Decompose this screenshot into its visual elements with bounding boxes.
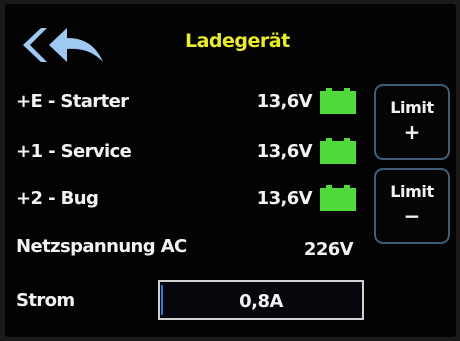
limit-plus-label: Limit (390, 98, 434, 117)
channel-voltage-service: 13,6V (256, 141, 313, 162)
channel-label-service: +1 - Service (16, 141, 132, 162)
mains-voltage-label: Netzspannung AC (16, 236, 187, 257)
channel-label-starter: +E - Starter (16, 91, 129, 112)
battery-icon-bug (320, 185, 356, 211)
back-button[interactable] (19, 24, 105, 66)
channel-voltage-starter: 13,6V (256, 91, 313, 112)
double-back-arrow-icon (23, 28, 103, 62)
limit-plus-button[interactable]: Limit + (374, 84, 450, 160)
plus-icon: + (403, 120, 421, 144)
battery-icon-starter (320, 88, 356, 114)
page-title: Ladegerät (185, 30, 290, 52)
device-bezel: Ladegerät +E - Starter 13,6V +1 - Servic… (0, 0, 460, 341)
current-label: Strom (16, 290, 75, 311)
current-value-field[interactable]: 0,8A (158, 280, 364, 320)
channel-voltage-bug: 13,6V (256, 188, 313, 209)
mains-voltage-value: 226V (303, 239, 354, 260)
battery-icon-service (320, 138, 356, 164)
limit-minus-label: Limit (390, 182, 434, 201)
minus-icon: − (403, 204, 421, 228)
display-screen: Ladegerät +E - Starter 13,6V +1 - Servic… (5, 4, 456, 337)
channel-label-bug: +2 - Bug (16, 188, 99, 209)
current-value: 0,8A (239, 291, 283, 312)
limit-minus-button[interactable]: Limit − (374, 168, 450, 244)
